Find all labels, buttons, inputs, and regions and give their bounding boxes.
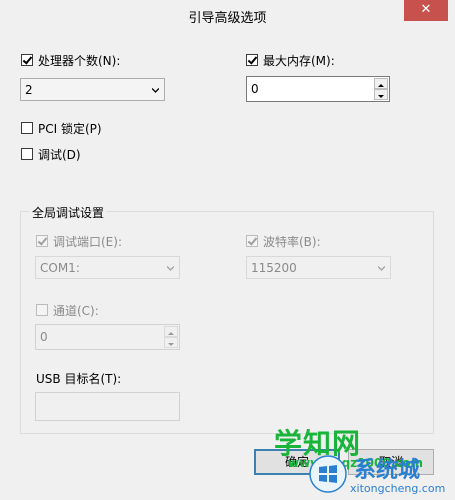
max-memory-checkbox[interactable]	[246, 54, 258, 66]
watermark-overlay: 学知网 www.jmqz1000.com 系统城 xitongcheng.com	[258, 418, 455, 500]
debug-port-checkbox[interactable]	[36, 235, 48, 247]
baud-rate-select[interactable]: 115200	[246, 256, 391, 279]
max-memory-spinner[interactable]: 0	[246, 76, 390, 102]
max-memory-checkbox-row[interactable]: 最大内存(M):	[246, 52, 335, 68]
max-memory-value: 0	[251, 82, 259, 96]
debug-label: 调试(D)	[38, 147, 81, 162]
dialog-title: 引导高级选项	[188, 11, 267, 26]
debug-port-select-value: COM1:	[40, 261, 80, 275]
spin-down-icon	[378, 95, 384, 98]
close-button[interactable]: ✕	[404, 0, 448, 21]
baud-rate-label: 波特率(B):	[263, 234, 321, 249]
debug-checkbox[interactable]	[21, 148, 33, 160]
global-debug-group-label: 全局调试设置	[29, 204, 108, 221]
chevron-down-icon	[152, 88, 159, 93]
channel-checkbox-row[interactable]: 通道(C):	[36, 302, 99, 318]
processors-label: 处理器个数(N):	[38, 53, 121, 68]
pci-lock-checkbox[interactable]	[21, 122, 33, 134]
channel-label: 通道(C):	[53, 303, 99, 318]
close-icon: ✕	[420, 2, 432, 17]
chevron-down-icon	[378, 266, 385, 271]
max-memory-down-button[interactable]	[374, 89, 388, 100]
processors-checkbox-row[interactable]: 处理器个数(N):	[21, 52, 120, 68]
processors-select-value: 2	[25, 83, 33, 97]
windows-logo-icon	[309, 455, 347, 493]
channel-checkbox[interactable]	[36, 304, 48, 316]
processors-checkbox[interactable]	[21, 54, 33, 66]
channel-up-button[interactable]	[164, 326, 178, 337]
debug-port-label: 调试端口(E):	[53, 234, 122, 249]
chevron-down-icon	[167, 266, 174, 271]
debug-checkbox-row[interactable]: 调试(D)	[21, 146, 81, 162]
max-memory-label: 最大内存(M):	[263, 53, 335, 68]
usb-target-label: USB 目标名(T):	[36, 372, 122, 386]
max-memory-up-button[interactable]	[374, 78, 388, 89]
baud-rate-checkbox-row[interactable]: 波特率(B):	[246, 233, 321, 249]
title-bar: 引导高级选项 ✕	[0, 0, 455, 32]
baud-rate-checkbox[interactable]	[246, 235, 258, 247]
usb-target-input[interactable]	[35, 392, 180, 421]
watermark-brand-2: 系统城	[354, 458, 421, 483]
dialog-window: 引导高级选项 ✕ 处理器个数(N): 2 最大内存(M): 0 PCI 锁定(P…	[0, 0, 455, 500]
debug-port-select[interactable]: COM1:	[35, 256, 180, 279]
baud-rate-select-value: 115200	[251, 261, 297, 275]
channel-value: 0	[40, 330, 48, 344]
watermark-url-2: xitongcheng.com	[350, 482, 446, 495]
channel-down-button[interactable]	[164, 337, 178, 348]
spin-down-icon	[168, 343, 174, 346]
debug-port-checkbox-row[interactable]: 调试端口(E):	[36, 233, 122, 249]
processors-select[interactable]: 2	[20, 78, 165, 101]
pci-lock-checkbox-row[interactable]: PCI 锁定(P)	[21, 120, 102, 136]
pci-lock-label: PCI 锁定(P)	[38, 121, 102, 136]
channel-spinner[interactable]: 0	[35, 324, 180, 350]
